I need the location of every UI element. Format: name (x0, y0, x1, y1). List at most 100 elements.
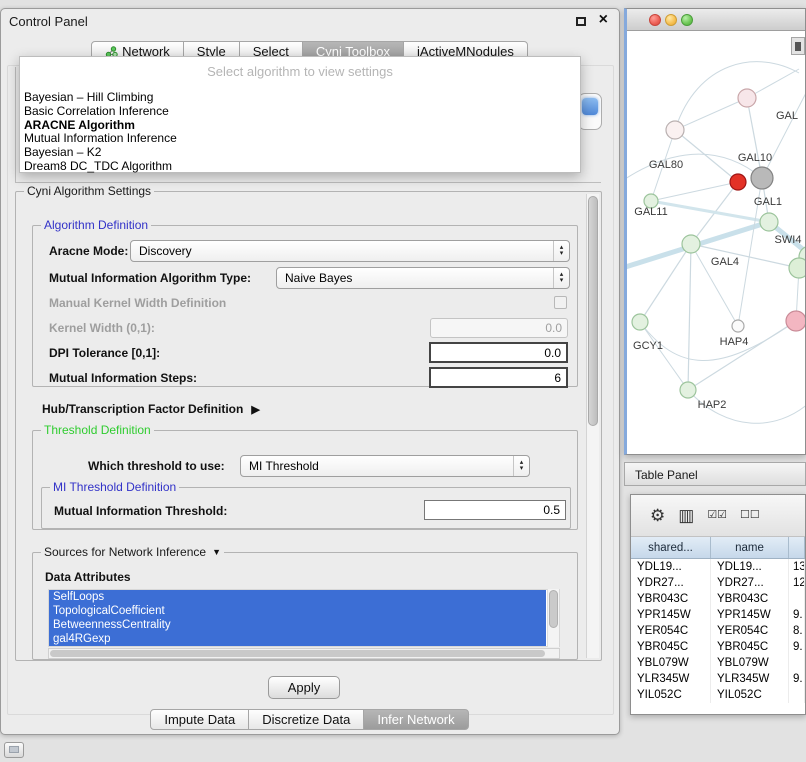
select-all-icon[interactable]: ☑☑ (707, 510, 727, 521)
mi-steps-input[interactable] (429, 367, 568, 388)
hub-transcription-section-toggle[interactable]: Hub/Transcription Factor Definition ▶ (42, 402, 260, 416)
dpi-tolerance-input[interactable] (429, 342, 568, 363)
close-icon[interactable]: × (599, 12, 608, 28)
network-node-label: GAL10 (738, 152, 772, 164)
table-cell (789, 687, 805, 703)
algorithm-option-bayesian-hill-climbing[interactable]: Bayesian – Hill Climbing (20, 91, 580, 105)
algorithm-option-bayesian-k2[interactable]: Bayesian – K2 (20, 146, 580, 160)
attributes-h-scrollbar[interactable] (48, 648, 560, 659)
network-node[interactable] (789, 258, 805, 278)
kernel-width-label: Kernel Width (0,1): (49, 318, 155, 338)
network-node[interactable] (760, 213, 778, 231)
network-canvas-svg: GALGAL80GAL10GAL11GAL1SWI4GAL4GCY1HAP4HA… (627, 31, 805, 454)
network-node[interactable] (680, 382, 696, 398)
attribute-item-topologicalcoefficient[interactable]: TopologicalCoefficient (49, 604, 546, 618)
gear-icon[interactable]: ⚙ (650, 507, 665, 524)
network-edge[interactable] (688, 244, 691, 390)
bottom-tab-discretize-data[interactable]: Discretize Data (248, 709, 364, 730)
table-row[interactable]: YIL052CYIL052C (631, 687, 805, 703)
table-row[interactable]: YBL079WYBL079W (631, 655, 805, 671)
sources-section-toggle[interactable]: Sources for Network Inference ▼ (41, 545, 224, 559)
table-row[interactable]: YPR145WYPR145W9. (631, 607, 805, 623)
network-node[interactable] (666, 121, 684, 139)
select-none-icon[interactable]: ☐☐ (740, 510, 760, 521)
collapsed-panel-icon[interactable] (4, 742, 24, 758)
network-node[interactable] (786, 311, 805, 331)
network-edge[interactable] (675, 98, 747, 130)
network-canvas[interactable]: GALGAL80GAL10GAL11GAL1SWI4GAL4GCY1HAP4HA… (627, 31, 805, 454)
close-traffic-light-icon[interactable] (649, 14, 661, 26)
table-body: YDL19...YDL19...13YDR27...YDR27...12YBR0… (631, 559, 805, 714)
zoom-traffic-light-icon[interactable] (681, 14, 693, 26)
canvas-corner-widget[interactable] (791, 37, 805, 55)
settings-scrollbar[interactable] (586, 194, 599, 658)
table-row[interactable]: YBR043CYBR043C (631, 591, 805, 607)
network-edge[interactable] (651, 182, 738, 201)
aracne-mode-select[interactable]: Discovery ▴▾ (130, 240, 570, 262)
table-panel-header[interactable]: Table Panel (624, 462, 806, 486)
network-node-label: GAL11 (634, 206, 667, 218)
aracne-mode-label: Aracne Mode: (49, 240, 128, 262)
threshold-definition-title: Threshold Definition (41, 423, 154, 437)
column-header-0[interactable]: shared... (631, 537, 711, 558)
bottom-tab-impute-data[interactable]: Impute Data (150, 709, 249, 730)
mi-steps-label: Mutual Information Steps: (49, 368, 197, 389)
apply-button[interactable]: Apply (268, 676, 340, 699)
network-edge[interactable] (762, 91, 805, 178)
attributes-scrollbar-thumb[interactable] (549, 590, 558, 628)
network-edge[interactable] (675, 130, 738, 182)
settings-scrollbar-thumb[interactable] (588, 196, 598, 426)
algorithm-option-dream8-dc-tdc-algorithm[interactable]: Dream8 DC_TDC Algorithm (20, 160, 580, 174)
minimize-traffic-light-icon[interactable] (665, 14, 677, 26)
table-row[interactable]: YER054CYER054C8. (631, 623, 805, 639)
network-node[interactable] (738, 89, 756, 107)
column-header-1[interactable]: name (711, 537, 789, 558)
which-threshold-select[interactable]: MI Threshold ▴▾ (240, 455, 530, 477)
network-node[interactable] (730, 174, 746, 190)
table-cell: YBR045C (711, 639, 789, 655)
network-node[interactable] (682, 235, 700, 253)
network-view-window: GALGAL80GAL10GAL11GAL1SWI4GAL4GCY1HAP4HA… (624, 8, 806, 455)
attribute-item-betweennesscentrality[interactable]: BetweennessCentrality (49, 618, 546, 632)
bottom-tab-infer-network[interactable]: Infer Network (363, 709, 468, 730)
table-cell: 9. (789, 671, 805, 687)
table-row[interactable]: YLR345WYLR345W9. (631, 671, 805, 687)
threshold-definition-group: Threshold Definition Which threshold to … (32, 430, 578, 530)
float-window-icon[interactable] (576, 17, 586, 26)
algorithm-select-placeholder[interactable]: Select algorithm to view settings (20, 57, 580, 91)
attributes-h-scrollbar-thumb[interactable] (50, 650, 545, 657)
data-attributes-list: SelfLoopsTopologicalCoefficientBetweenne… (48, 589, 560, 647)
network-node[interactable] (632, 314, 648, 330)
network-node[interactable] (732, 320, 744, 332)
network-node[interactable] (751, 167, 773, 189)
table-cell: YDR27... (631, 575, 711, 591)
combo-down-icon: ▾ (560, 251, 564, 257)
column-header-2[interactable] (789, 537, 805, 558)
network-edge[interactable] (691, 244, 799, 268)
network-node-label: GCY1 (633, 340, 663, 352)
algorithm-option-mutual-information-inference[interactable]: Mutual Information Inference (20, 132, 580, 146)
mi-algorithm-type-select[interactable]: Naive Bayes ▴▾ (276, 267, 570, 289)
combo-down-icon: ▾ (520, 466, 524, 472)
network-edge[interactable] (747, 98, 762, 178)
network-node-label: HAP4 (720, 336, 749, 348)
algorithm-option-aracne-algorithm[interactable]: ARACNE Algorithm (20, 119, 580, 133)
manual-kernel-checkbox[interactable] (554, 296, 567, 309)
table-row[interactable]: YDL19...YDL19...13 (631, 559, 805, 575)
network-window-titlebar[interactable] (627, 9, 805, 31)
kernel-width-input[interactable] (430, 318, 568, 338)
mi-threshold-input[interactable] (424, 500, 566, 520)
table-row[interactable]: YBR045CYBR045C9. (631, 639, 805, 655)
table-cell: YER054C (631, 623, 711, 639)
table-row[interactable]: YDR27...YDR27...12 (631, 575, 805, 591)
obscured-widget-fragment (578, 93, 602, 130)
table-cell: YPR145W (711, 607, 789, 623)
table-cell: 9. (789, 639, 805, 655)
algorithm-option-basic-correlation-inference[interactable]: Basic Correlation Inference (20, 105, 580, 119)
attributes-scrollbar[interactable] (547, 589, 559, 647)
aracne-mode-value: Discovery (131, 244, 553, 258)
table-cell: 12 (789, 575, 805, 591)
columns-icon[interactable]: ▥ (678, 507, 694, 524)
attribute-item-selfloops[interactable]: SelfLoops (49, 590, 546, 604)
attribute-item-gal4rgexp[interactable]: gal4RGexp (49, 632, 546, 646)
